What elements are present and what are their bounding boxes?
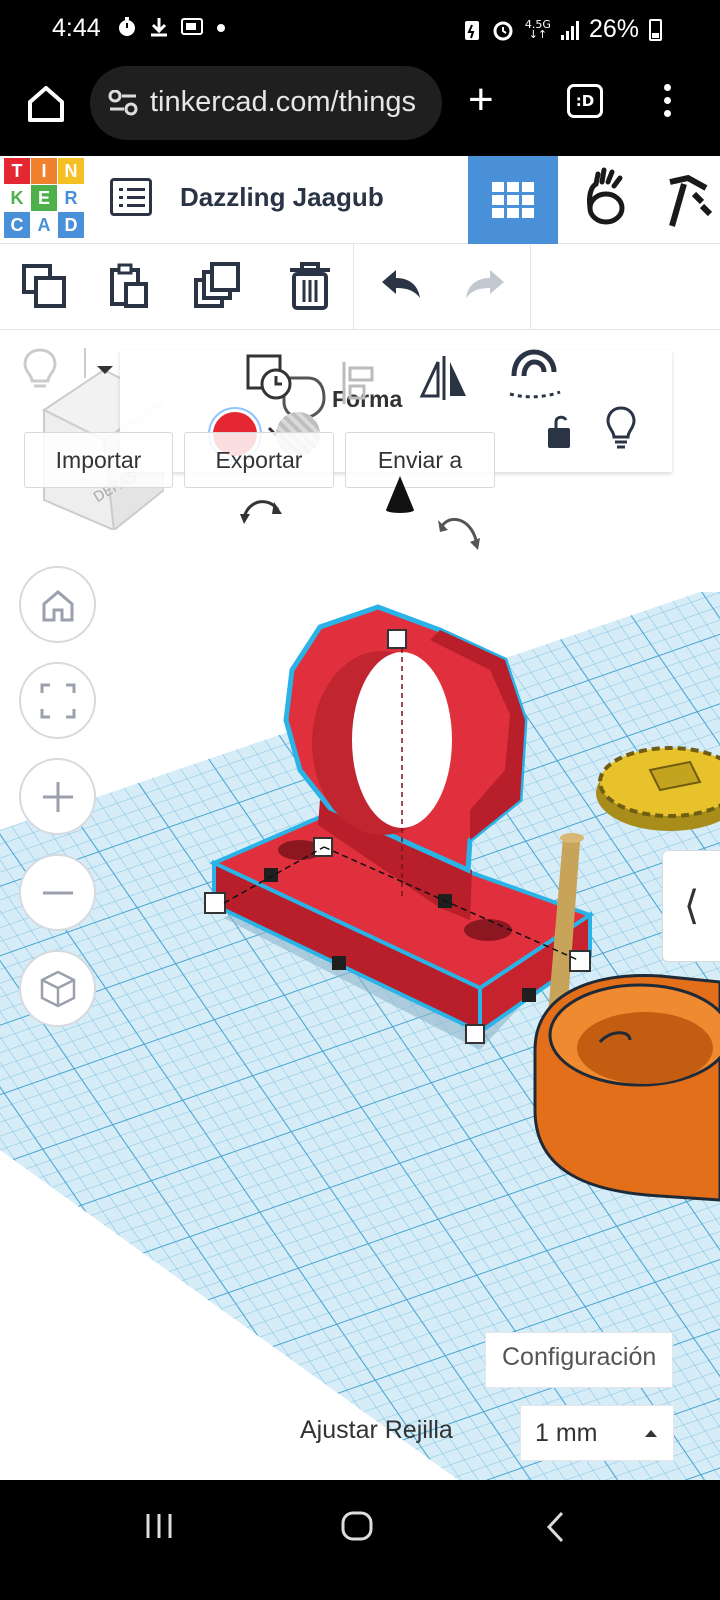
timer-icon[interactable] (246, 354, 294, 402)
system-icons: 4.5G ↓↑ 26% (463, 15, 662, 44)
system-nav-bar (0, 1480, 720, 1600)
battery-saver-icon (464, 20, 479, 40)
tinkercad-header: T I N K E R C A D Dazzling Jaagub (0, 156, 720, 244)
undo-icon[interactable] (374, 260, 426, 312)
export-button[interactable]: Exportar (184, 432, 334, 488)
battery-percent: 26% (588, 15, 639, 43)
dropdown-caret-icon[interactable] (97, 366, 113, 374)
send-to-button[interactable]: Enviar a (345, 432, 495, 488)
browser-home-icon[interactable] (22, 80, 70, 128)
battery-icon (649, 18, 662, 41)
minus-icon (42, 891, 73, 894)
download-icon (151, 18, 167, 37)
design-title[interactable]: Dazzling Jaagub (180, 182, 384, 213)
fit-icon (40, 683, 75, 718)
rotate-arrow-icon-2[interactable] (436, 512, 482, 552)
snap-grid-label: Ajustar Rejilla (300, 1416, 453, 1444)
home-icon (42, 589, 73, 621)
toolbar-divider (353, 244, 354, 330)
site-settings-icon[interactable] (108, 90, 138, 116)
zoom-out-button[interactable] (19, 854, 96, 931)
copy-icon[interactable] (18, 260, 70, 312)
edit-toolbar (0, 244, 720, 330)
signal-icon (560, 20, 579, 40)
lightbulb-icon[interactable] (604, 404, 638, 452)
cast-icon (181, 18, 203, 35)
hint-lightbulb-icon[interactable] (20, 346, 60, 394)
alarm-icon (493, 21, 513, 40)
blocks-view-icon[interactable] (576, 164, 636, 234)
back-nav-icon[interactable] (544, 1510, 568, 1544)
status-bar: 4:44 4.5G ↓↑ 26% (0, 0, 720, 62)
network-type: 4.5G ↓↑ (524, 17, 551, 41)
bricks-view-icon[interactable] (664, 166, 720, 236)
paste-icon[interactable] (104, 260, 156, 312)
caret-up-icon (645, 1430, 657, 1437)
mirror-icon[interactable] (416, 350, 472, 406)
panel-divider (84, 348, 86, 378)
tab-switcher-button[interactable]: :D (567, 84, 603, 118)
url-text: tinkercad.com/things (150, 86, 416, 118)
home-nav-icon[interactable] (340, 1510, 374, 1542)
zoom-in-button[interactable] (19, 758, 96, 835)
3d-view-button[interactable] (468, 156, 558, 244)
new-tab-icon[interactable]: + (468, 78, 494, 122)
dot-icon (217, 24, 225, 32)
notification-icons (116, 16, 226, 38)
fit-view-button[interactable] (19, 662, 96, 739)
shapes-panel-toggle[interactable]: ⟨ (662, 850, 720, 962)
browser-menu-icon[interactable] (664, 84, 672, 123)
settings-button[interactable]: Configuración (485, 1332, 673, 1388)
stopwatch-icon (119, 17, 135, 36)
snap-grid-value: 1 mm (535, 1419, 598, 1447)
rotate-arrow-icon[interactable] (238, 492, 284, 524)
home-view-button[interactable] (19, 566, 96, 643)
address-bar[interactable]: tinkercad.com/things (90, 66, 442, 140)
browser-toolbar: tinkercad.com/things + :D (0, 62, 720, 156)
lift-cone-icon[interactable] (384, 474, 416, 514)
cube-perspective-icon (40, 970, 75, 1007)
unlock-icon[interactable] (542, 412, 576, 452)
tube-shape[interactable] (533, 973, 720, 1202)
perspective-button[interactable] (19, 950, 96, 1027)
tinkercad-logo[interactable]: T I N K E R C A D (4, 158, 84, 238)
alignment-icon[interactable] (340, 360, 378, 406)
duplicate-icon[interactable] (192, 260, 244, 312)
plus-icon (42, 781, 73, 812)
workplane[interactable]: DERAS Forma Importar Exportar Enviar a (0, 330, 720, 1510)
import-button[interactable]: Importar (24, 432, 173, 488)
magnet-icon[interactable] (504, 346, 564, 410)
status-time: 4:44 (52, 14, 101, 42)
redo-icon[interactable] (460, 260, 512, 312)
snap-grid-select[interactable]: 1 mm (520, 1405, 674, 1461)
toolbar-divider (530, 244, 531, 330)
design-list-icon[interactable] (110, 178, 152, 216)
delete-icon[interactable] (284, 260, 336, 312)
recent-apps-icon[interactable] (144, 1510, 174, 1542)
